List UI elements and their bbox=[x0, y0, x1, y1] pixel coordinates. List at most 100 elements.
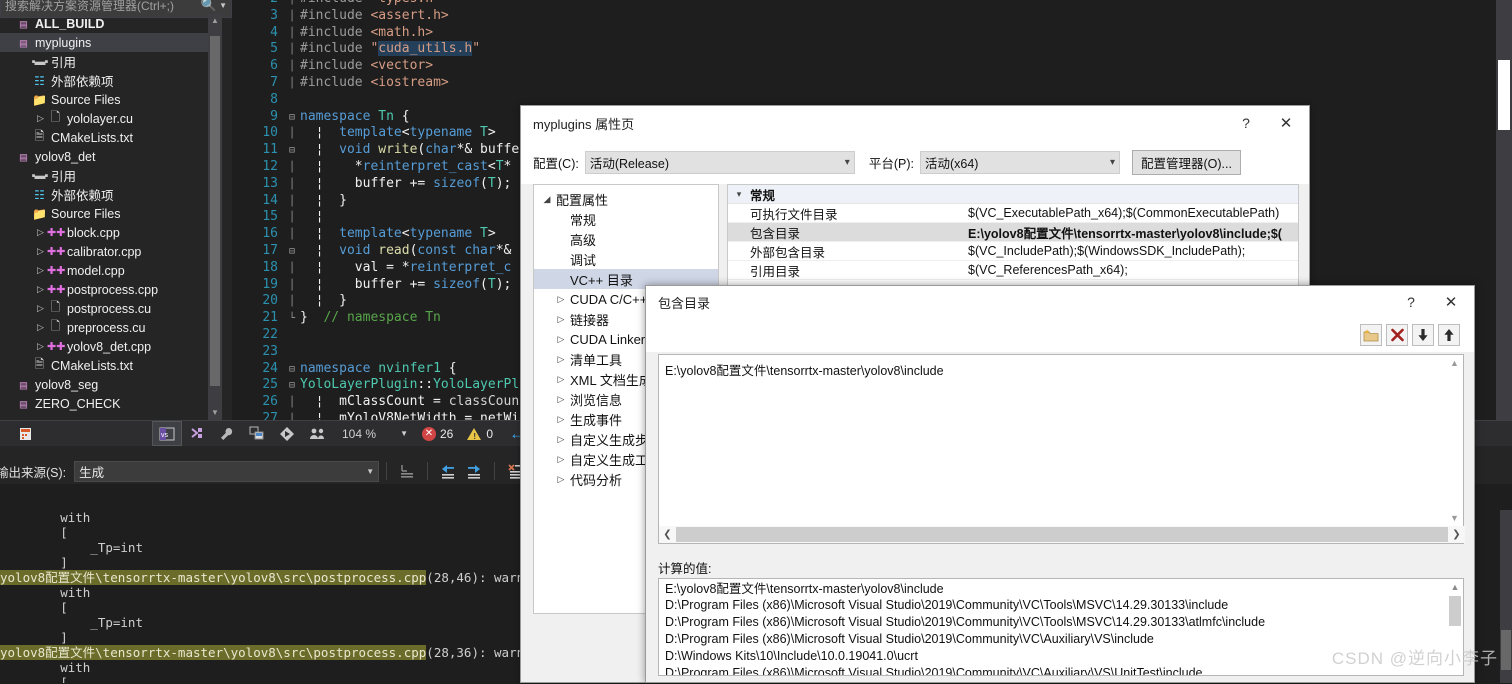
scroll-up-arrow-icon[interactable]: ▲ bbox=[208, 14, 222, 28]
go-to-next-message-icon[interactable] bbox=[461, 460, 487, 482]
solution-tree-item[interactable]: ▪▬▪ 引用 bbox=[0, 52, 216, 71]
output-vertical-scrollbar[interactable] bbox=[1500, 510, 1512, 683]
property-grid-row[interactable]: 引用目录 $(VC_ReferencesPath_x64); bbox=[728, 261, 1298, 280]
zoom-level-combobox[interactable]: 104 % ▼ bbox=[342, 427, 408, 441]
solution-tree-item[interactable]: ▤ ZERO_CHECK bbox=[0, 394, 216, 413]
go-to-previous-message-icon[interactable] bbox=[435, 460, 461, 482]
solution-tree-item[interactable]: 📁 Source Files bbox=[0, 204, 216, 223]
class-view-tab-icon[interactable] bbox=[182, 421, 212, 446]
property-value[interactable]: $(VC_ReferencesPath_x64); bbox=[968, 263, 1298, 277]
solution-tree-item[interactable]: ▷ ✚✚ yolov8_det.cpp bbox=[0, 337, 216, 356]
property-value[interactable]: $(VC_IncludePath);$(WindowsSDK_IncludePa… bbox=[968, 244, 1298, 258]
solution-tree-item[interactable]: ▷ 🗋 preprocess.cu bbox=[0, 318, 216, 337]
include-paths-editor[interactable]: E:\yolov8配置文件\tensorrtx-master\yolov8\in… bbox=[658, 354, 1465, 544]
expander-icon[interactable]: ▷ bbox=[34, 303, 47, 314]
chevron-down-icon[interactable]: ▾ bbox=[1110, 157, 1115, 168]
solution-tree-item[interactable]: ▷ ✚✚ calibrator.cpp bbox=[0, 242, 216, 261]
code-text[interactable]: 2│#include "types.h"3│#include <assert.h… bbox=[232, 0, 527, 420]
solution-tree-item[interactable]: ▷ 🗋 yololayer.cu bbox=[0, 109, 216, 128]
include-editor-horizontal-scrollbar[interactable]: ❮ ❯ bbox=[659, 526, 1465, 543]
twisty-icon[interactable]: ◢ bbox=[538, 194, 556, 205]
property-tree-item[interactable]: 调试 bbox=[534, 249, 718, 269]
twisty-icon[interactable]: ▷ bbox=[552, 314, 570, 325]
scrollbar-thumb[interactable] bbox=[676, 527, 1448, 542]
search-input[interactable]: 搜索解决方案资源管理器(Ctrl+;) bbox=[5, 0, 201, 14]
solution-tree-item[interactable]: ▷ ✚✚ model.cpp bbox=[0, 261, 216, 280]
property-value[interactable]: $(VC_ExecutablePath_x64);$(CommonExecuta… bbox=[968, 206, 1298, 220]
question-mark-icon[interactable]: ? bbox=[1229, 106, 1263, 140]
editor-vertical-scrollbar[interactable] bbox=[1496, 0, 1512, 420]
output-warning-path[interactable]: yolov8配置文件\tensorrtx-master\yolov8\src\p… bbox=[0, 645, 427, 660]
solution-tree-item[interactable]: 🗎 CMakeLists.txt bbox=[0, 128, 216, 147]
scroll-down-arrow-icon[interactable]: ▼ bbox=[1446, 510, 1463, 527]
twisty-icon[interactable]: ▷ bbox=[552, 294, 570, 305]
chevron-down-icon[interactable]: ▾ bbox=[845, 157, 850, 168]
property-grid-row[interactable]: 包含目录 E:\yolov8配置文件\tensorrtx-master\yolov… bbox=[728, 223, 1298, 242]
delete-line-icon[interactable] bbox=[1386, 324, 1408, 346]
solution-tree-item[interactable]: ☷ 外部依赖项 bbox=[0, 185, 216, 204]
expander-icon[interactable]: ▷ bbox=[34, 322, 47, 333]
scrollbar-thumb[interactable] bbox=[1449, 596, 1461, 626]
move-down-icon[interactable] bbox=[1412, 324, 1434, 346]
property-tree-item[interactable]: 高级 bbox=[534, 229, 718, 249]
scroll-right-arrow-icon[interactable]: ❯ bbox=[1448, 529, 1465, 540]
solution-tree-item[interactable]: ▤ myplugins bbox=[0, 33, 216, 52]
property-value[interactable]: E:\yolov8配置文件\tensorrtx-master\yolov8\in… bbox=[968, 223, 1298, 242]
twisty-icon[interactable]: ▷ bbox=[552, 394, 570, 405]
solution-explorer-scrollbar[interactable]: ▲ ▼ bbox=[208, 14, 222, 420]
scrollbar-thumb[interactable] bbox=[1501, 630, 1511, 670]
twisty-icon[interactable]: ▷ bbox=[552, 334, 570, 345]
expander-icon[interactable]: ▷ bbox=[34, 265, 47, 276]
solution-tree-item[interactable]: 📁 Source Files bbox=[0, 90, 216, 109]
resource-view-tab-icon[interactable] bbox=[242, 421, 272, 446]
close-x-icon[interactable]: ✕ bbox=[1263, 106, 1309, 140]
expander-icon[interactable]: ▷ bbox=[34, 284, 47, 295]
property-grid-row[interactable]: 可执行文件目录 $(VC_ExecutablePath_x64);$(Common… bbox=[728, 204, 1298, 223]
solution-tree-item[interactable]: ▤ yolov8_seg bbox=[0, 375, 216, 394]
git-changes-tab-icon[interactable] bbox=[272, 421, 302, 446]
twisty-icon[interactable]: ▷ bbox=[552, 454, 570, 465]
scroll-down-arrow-icon[interactable]: ▼ bbox=[208, 406, 222, 420]
twisty-icon[interactable]: ▷ bbox=[552, 434, 570, 445]
chevron-down-icon[interactable]: ▼ bbox=[219, 1, 227, 10]
solution-tree-item[interactable]: ▤ ALL_BUILD bbox=[0, 14, 216, 33]
solution-tree[interactable]: ▤ ALL_BUILD ▤ myplugins ▪▬▪ 引用 ☷ 外部依赖项 📁 Source F… bbox=[0, 14, 216, 420]
team-explorer-tab-icon[interactable] bbox=[302, 421, 332, 446]
expander-icon[interactable]: ▷ bbox=[34, 246, 47, 257]
property-grid-rows[interactable]: 可执行文件目录 $(VC_ExecutablePath_x64);$(Common… bbox=[728, 204, 1298, 280]
include-editor-vertical-scrollbar[interactable]: ▲ ▼ bbox=[1446, 355, 1463, 527]
scroll-up-arrow-icon[interactable]: ▲ bbox=[1446, 355, 1463, 372]
solution-tree-item[interactable]: ▷ ✚✚ postprocess.cpp bbox=[0, 280, 216, 299]
solution-tree-item[interactable]: 🗎 CMakeLists.txt bbox=[0, 356, 216, 375]
solution-tree-item[interactable]: ▷ 🗋 postprocess.cu bbox=[0, 299, 216, 318]
scrollbar-thumb[interactable] bbox=[210, 36, 220, 386]
platform-combobox[interactable]: 活动(x64) ▾ bbox=[919, 150, 1120, 174]
expander-icon[interactable]: ▷ bbox=[34, 341, 47, 352]
solution-tree-item[interactable]: ▷ ✚✚ block.cpp bbox=[0, 223, 216, 242]
twisty-icon[interactable]: ▷ bbox=[552, 474, 570, 485]
move-up-icon[interactable] bbox=[1438, 324, 1460, 346]
expander-icon[interactable]: ▷ bbox=[34, 227, 47, 238]
magnifier-icon[interactable]: 🔍 bbox=[201, 0, 217, 13]
vs-window-tab-icon[interactable]: vs bbox=[152, 421, 182, 446]
scrollbar-thumb[interactable] bbox=[1498, 60, 1510, 130]
question-mark-icon[interactable]: ? bbox=[1394, 285, 1428, 319]
property-tree-item[interactable]: 常规 bbox=[534, 209, 718, 229]
output-source-combobox[interactable]: 生成 ▼ bbox=[74, 460, 380, 482]
twisty-icon[interactable]: ▷ bbox=[552, 354, 570, 365]
close-x-icon[interactable]: ✕ bbox=[1428, 285, 1474, 319]
clear-all-icon[interactable] bbox=[394, 460, 420, 482]
property-pages-titlebar[interactable]: myplugins 属性页 ? ✕ bbox=[521, 106, 1309, 140]
property-tree-item[interactable]: ◢ 配置属性 bbox=[534, 189, 718, 209]
configuration-combobox[interactable]: 活动(Release) ▾ bbox=[584, 150, 855, 174]
configuration-manager-button[interactable]: 配置管理器(O)... bbox=[1131, 149, 1241, 175]
warning-count-indicator[interactable]: ! 0 bbox=[467, 427, 493, 441]
evaluated-value-list[interactable]: E:\yolov8配置文件\tensorrtx-master\yolov8\in… bbox=[658, 578, 1464, 676]
expander-icon[interactable]: ▷ bbox=[34, 113, 47, 124]
new-line-folder-icon[interactable] bbox=[1360, 324, 1382, 346]
chevron-down-icon[interactable]: ▼ bbox=[400, 429, 408, 438]
include-path-line[interactable]: E:\yolov8配置文件\tensorrtx-master\yolov8\in… bbox=[659, 355, 1463, 384]
solution-tree-item[interactable]: ▪▬▪ 引用 bbox=[0, 166, 216, 185]
chevron-down-icon[interactable]: ▾ bbox=[728, 189, 750, 200]
chevron-down-icon[interactable]: ▼ bbox=[366, 467, 374, 476]
